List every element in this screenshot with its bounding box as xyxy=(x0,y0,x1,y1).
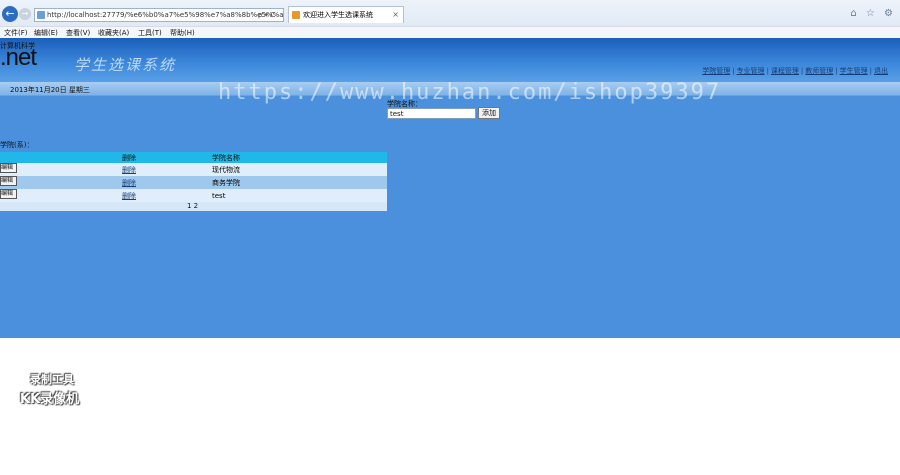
page-links[interactable]: 1 2 xyxy=(187,202,198,211)
page-icon xyxy=(37,11,45,19)
college-name-cell: test xyxy=(212,189,387,202)
recorder-watermark: 录制工具 KK录像机 xyxy=(20,371,100,407)
address-text: http://localhost:27779/%e6%b0%a7%e5%98%e… xyxy=(47,11,284,19)
close-icon[interactable]: × xyxy=(392,7,399,23)
nav-separator: | xyxy=(835,67,838,75)
back-arrow-icon[interactable]: ← xyxy=(2,6,18,22)
forward-arrow-icon[interactable]: → xyxy=(19,8,31,20)
menu-tools[interactable]: 工具(T) xyxy=(138,28,162,38)
section-title: 学院(系)： xyxy=(0,141,34,149)
college-table: 删除 学院名称 编辑 删除 现代物流 编辑 删除 商务学院 编辑 删除 test xyxy=(0,152,387,202)
edit-button[interactable]: 编辑 xyxy=(0,163,17,173)
table-header-row: 删除 学院名称 xyxy=(0,152,387,163)
home-favorites-settings-icons[interactable]: ⌂ ☆ ⚙ xyxy=(850,8,896,19)
recorder-line1: 录制工具 xyxy=(30,373,74,386)
delete-link[interactable]: 删除 xyxy=(122,192,136,200)
nav-course[interactable]: 课程管理 xyxy=(771,67,799,75)
tab-favicon-icon xyxy=(292,11,300,19)
nav-teacher[interactable]: 教师管理 xyxy=(805,67,833,75)
url-watermark: https://www.huzhan.com/ishop39397 xyxy=(218,80,722,105)
recorder-line2: KK录像机 xyxy=(20,392,80,407)
address-tools[interactable]: ρ ▾ C xyxy=(258,8,286,22)
column-header-delete: 删除 xyxy=(122,152,212,163)
edit-button[interactable]: 编辑 xyxy=(0,189,17,199)
column-header-edit xyxy=(0,152,18,163)
edit-button[interactable]: 编辑 xyxy=(0,176,17,186)
table-row: 编辑 删除 现代物流 xyxy=(0,163,387,176)
nav-major[interactable]: 专业管理 xyxy=(737,67,765,75)
table-row: 编辑 删除 test xyxy=(0,189,387,202)
header-banner: 计算机科学 .net 学生选课系统 学院管理 | 专业管理 | 课程管理 | 教师管理 | 学生… xyxy=(0,38,900,82)
column-header-college-name: 学院名称 xyxy=(212,152,387,163)
nav-separator: | xyxy=(766,67,769,75)
browser-chrome: ← → http://localhost:27779/%e6%b0%a7%e5%… xyxy=(0,0,900,38)
nav-logout[interactable]: 退出 xyxy=(874,67,888,75)
menu-favorites[interactable]: 收藏夹(A) xyxy=(98,28,129,38)
brand-logo: .net xyxy=(0,44,37,71)
system-title: 学生选课系统 xyxy=(74,56,177,74)
tab-title: 欢迎进入学生选课系统 xyxy=(303,11,373,19)
menu-bar: 文件(F) 编辑(E) 查看(V) 收藏夹(A) 工具(T) 帮助(H) xyxy=(0,26,900,38)
pagination: 1 2 xyxy=(0,202,387,211)
top-navigation: 学院管理 | 专业管理 | 课程管理 | 教师管理 | 学生管理 | 退出 xyxy=(702,66,888,76)
browser-tab[interactable]: 欢迎进入学生选课系统 × xyxy=(288,6,404,23)
menu-view[interactable]: 查看(V) xyxy=(66,28,90,38)
menu-help[interactable]: 帮助(H) xyxy=(170,28,195,38)
nav-separator: | xyxy=(869,67,872,75)
nav-separator: | xyxy=(732,67,735,75)
delete-link[interactable]: 删除 xyxy=(122,179,136,187)
nav-separator: | xyxy=(800,67,804,75)
college-name-cell: 商务学院 xyxy=(212,176,387,189)
college-name-input[interactable] xyxy=(387,108,476,119)
menu-file[interactable]: 文件(F) xyxy=(4,28,28,38)
college-name-cell: 现代物流 xyxy=(212,163,387,176)
current-date: 2013年11月20日 星期三 xyxy=(10,86,90,94)
address-bar[interactable]: http://localhost:27779/%e6%b0%a7%e5%98%e… xyxy=(34,8,284,22)
nav-student[interactable]: 学生管理 xyxy=(840,67,868,75)
delete-link[interactable]: 删除 xyxy=(122,166,136,174)
menu-edit[interactable]: 编辑(E) xyxy=(34,28,58,38)
add-button[interactable]: 添加 xyxy=(478,107,500,119)
nav-college[interactable]: 学院管理 xyxy=(702,67,730,75)
table-row: 编辑 删除 商务学院 xyxy=(0,176,387,189)
